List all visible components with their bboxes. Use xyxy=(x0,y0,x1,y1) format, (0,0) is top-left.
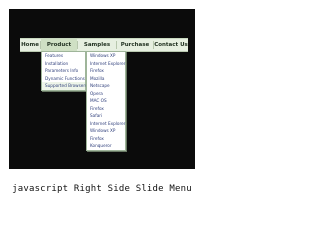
page-caption: javascript Right Side Slide Menu xyxy=(12,184,192,194)
dropdown-item-supported-browsers[interactable]: Supported Browsers xyxy=(42,82,87,90)
dropdown-item-sample[interactable]: Konqueror xyxy=(87,142,125,150)
samples-dropdown: Windows XP Internet Explorer Firefox Moz… xyxy=(86,51,126,151)
dropdown-item-sample[interactable]: MAC OS xyxy=(87,97,125,105)
menu-item-purchase[interactable]: Purchase xyxy=(117,39,153,51)
dropdown-item-sample[interactable]: Windows XP xyxy=(87,127,125,135)
dropdown-item-sample[interactable]: Netscape xyxy=(87,82,125,90)
menu-item-samples[interactable]: Samples xyxy=(78,39,116,51)
menu-bar: Home Product Info Samples Purchase Conta… xyxy=(20,38,188,60)
dropdown-item-sample[interactable]: Internet Explorer xyxy=(87,60,125,68)
dropdown-item-sample[interactable]: Opera xyxy=(87,90,125,98)
dropdown-item-parameters-info[interactable]: Parameters Info xyxy=(42,67,85,75)
menu-item-home[interactable]: Home xyxy=(20,39,40,51)
product-info-dropdown: Features Installation Parameters Info Dy… xyxy=(41,51,87,91)
dropdown-item-sample[interactable]: Firefox xyxy=(87,67,125,75)
menu-item-contact-us[interactable]: Contact Us xyxy=(154,39,188,51)
dropdown-item-dynamic-functions[interactable]: Dynamic Functions xyxy=(42,75,85,83)
dropdown-item-sample[interactable]: Firefox xyxy=(87,135,125,143)
dropdown-item-installation[interactable]: Installation xyxy=(42,60,85,68)
menu-item-product-info[interactable]: Product Info xyxy=(41,39,77,60)
dropdown-item-sample[interactable]: Safari xyxy=(87,112,125,120)
dropdown-item-sample[interactable]: Internet Explorer xyxy=(87,120,125,128)
dropdown-item-sample[interactable]: Mozilla xyxy=(87,75,125,83)
dropdown-item-sample[interactable]: Firefox xyxy=(87,105,125,113)
dropdown-item-features[interactable]: Features xyxy=(42,52,85,60)
dropdown-item-sample[interactable]: Windows XP xyxy=(87,52,125,60)
